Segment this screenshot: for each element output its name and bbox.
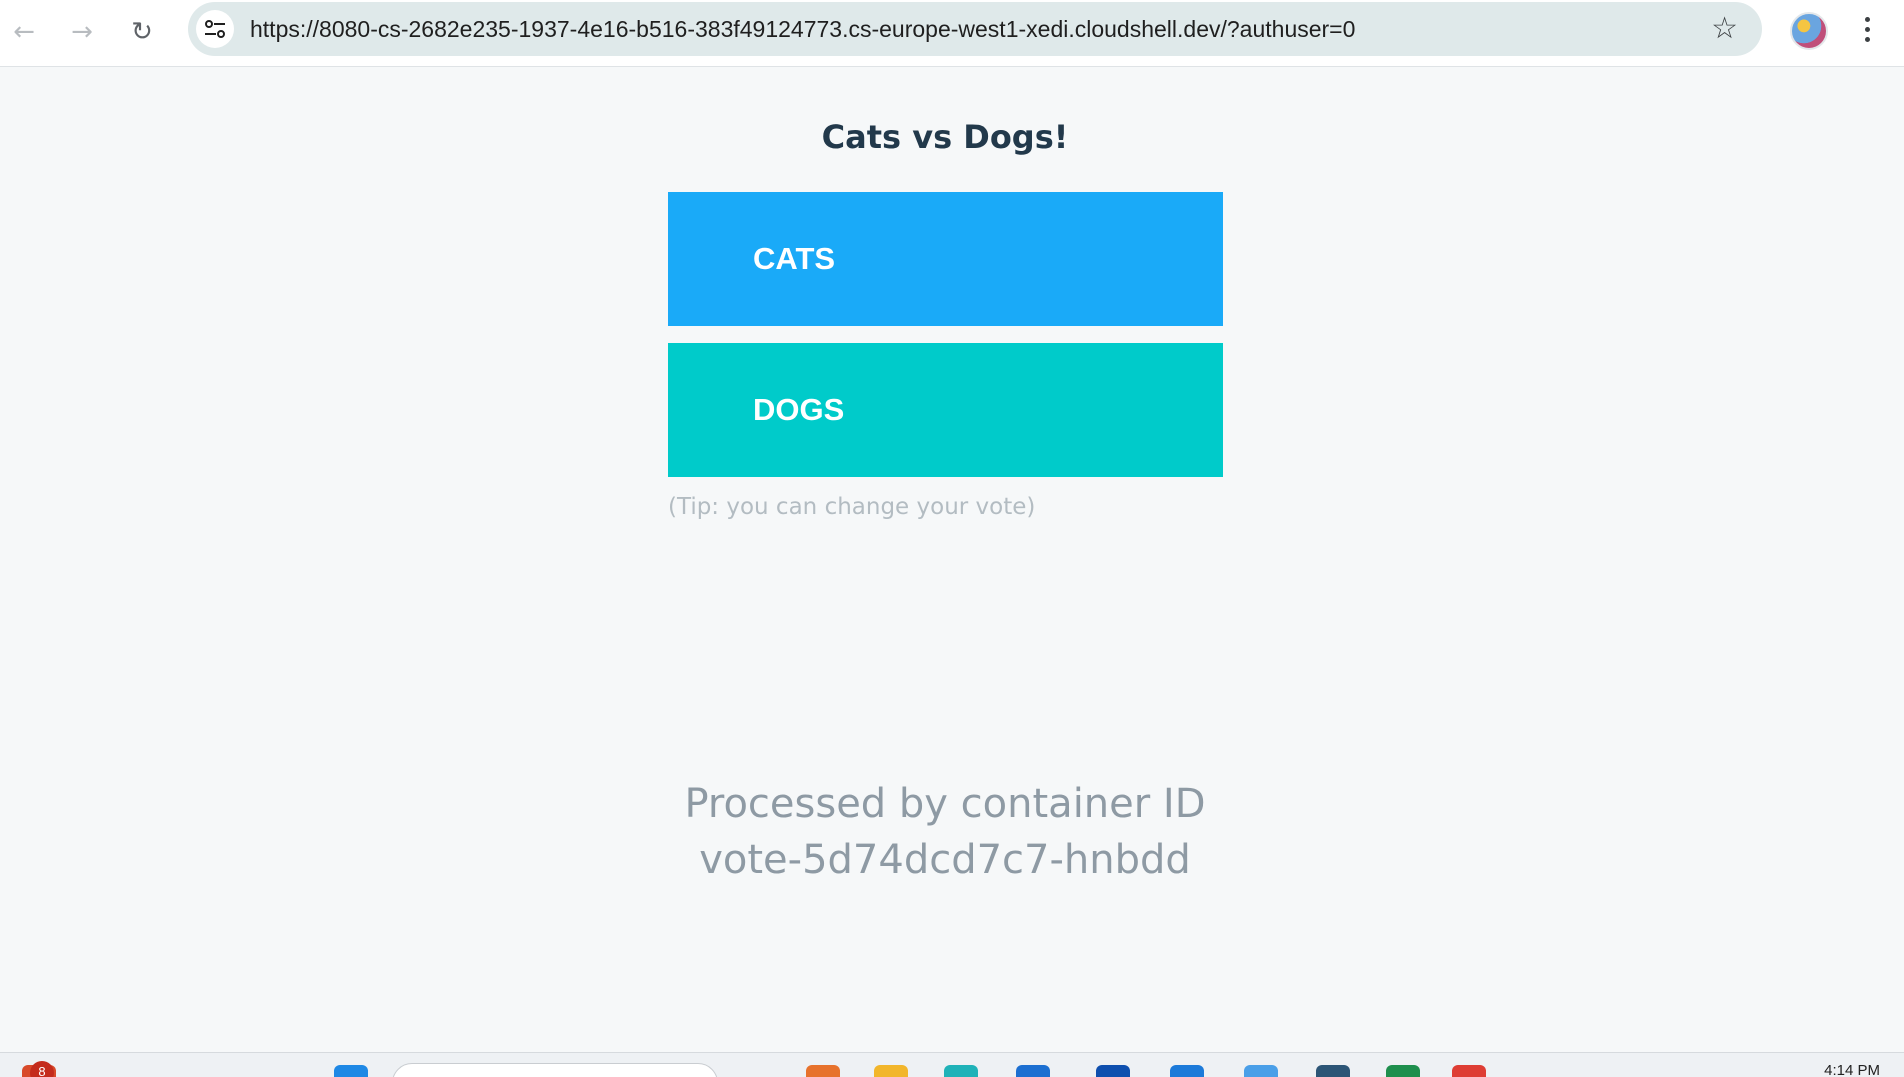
mail-icon[interactable] — [1016, 1065, 1050, 1077]
arrow-left-icon: ← — [13, 17, 35, 47]
chrome-icon[interactable] — [1452, 1065, 1486, 1077]
address-bar[interactable]: https://8080-cs-2682e235-1937-4e16-b516-… — [188, 2, 1762, 56]
forward-button[interactable]: → — [60, 10, 104, 54]
reload-icon: ↻ — [131, 17, 153, 47]
vote-cats-button[interactable]: CATS — [668, 192, 1223, 326]
container-id: vote-5d74dcd7c7-hnbdd — [699, 837, 1191, 883]
page-content: Cats vs Dogs! CATS DOGS (Tip: you can ch… — [0, 68, 1904, 1053]
start-icon[interactable] — [334, 1065, 368, 1077]
app-icon[interactable] — [1096, 1065, 1130, 1077]
kebab-dot — [1864, 36, 1870, 42]
vote-dogs-button[interactable]: DOGS — [668, 343, 1223, 477]
back-button[interactable]: ← — [2, 10, 46, 54]
app-icon[interactable] — [944, 1065, 978, 1077]
star-icon: ☆ — [1711, 11, 1738, 46]
url-text[interactable]: https://8080-cs-2682e235-1937-4e16-b516-… — [250, 16, 1355, 43]
clock: 4:14 PM — [1824, 1062, 1880, 1077]
profile-avatar[interactable] — [1790, 12, 1828, 50]
app-icon[interactable] — [1386, 1065, 1420, 1077]
arrow-right-icon: → — [71, 17, 93, 47]
notification-badge: 8 — [30, 1061, 54, 1077]
page-title: Cats vs Dogs! — [821, 118, 1069, 156]
site-info-button[interactable] — [196, 10, 234, 48]
container-info: Processed by container ID vote-5d74dcd7c… — [0, 776, 1890, 888]
app-icon[interactable] — [806, 1065, 840, 1077]
app-icon[interactable] — [1316, 1065, 1350, 1077]
browser-menu-button[interactable] — [1852, 8, 1882, 50]
kebab-menu-icon — [1864, 16, 1870, 22]
app-icon[interactable] — [1244, 1065, 1278, 1077]
taskbar-search[interactable] — [392, 1063, 718, 1077]
processed-label: Processed by container ID — [684, 781, 1206, 827]
tune-icon — [205, 20, 225, 38]
kebab-dot — [1864, 26, 1870, 32]
app-icon[interactable] — [1170, 1065, 1204, 1077]
tip-text: (Tip: you can change your vote) — [668, 494, 1036, 520]
reload-button[interactable]: ↻ — [120, 10, 164, 54]
folder-icon[interactable] — [874, 1065, 908, 1077]
browser-toolbar: ← → ↻ https://8080-cs-2682e235-1937-4e16… — [0, 0, 1904, 67]
bookmark-button[interactable]: ☆ — [1711, 12, 1738, 46]
taskbar: 8 4:14 PM — [0, 1052, 1904, 1077]
